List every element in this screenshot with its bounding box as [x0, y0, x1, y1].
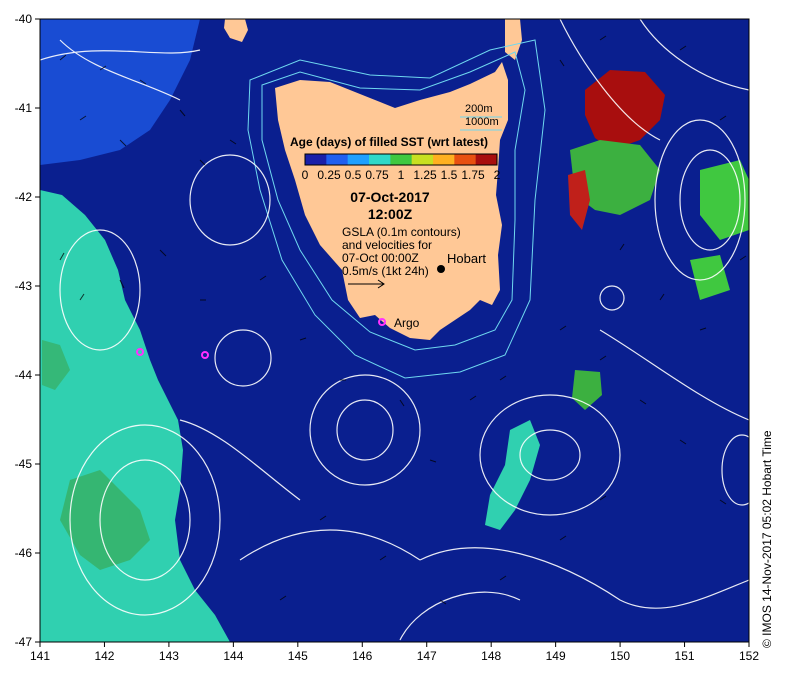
- colorbar-segment: [347, 154, 370, 165]
- y-tick-label: -43: [15, 279, 33, 293]
- velocity-scale-label: 0.5m/s (1kt 24h): [342, 264, 429, 278]
- colorbar-label: 0.25: [317, 168, 341, 182]
- colorbar-segment: [390, 154, 413, 165]
- colorbar-segment: [411, 154, 434, 165]
- notes-line-2: and velocities for: [342, 238, 432, 252]
- y-tick-label: -44: [15, 368, 33, 382]
- colorbar-label: 2: [494, 168, 501, 182]
- colorbar-label: 1.5: [441, 168, 458, 182]
- y-axis: -40 -41 -42 -43 -44 -45 -46 -47: [15, 12, 40, 649]
- colorbar-segment: [433, 154, 455, 165]
- colorbar-segment: [475, 154, 498, 165]
- notes-line-3: 07-Oct 00:00Z: [342, 251, 419, 265]
- x-tick-label: 144: [223, 649, 243, 663]
- colorbar-label: 0: [302, 168, 309, 182]
- colorbar-segment: [326, 154, 349, 165]
- x-tick-label: 148: [481, 649, 501, 663]
- y-tick-label: -45: [15, 457, 33, 471]
- x-tick-label: 152: [739, 649, 759, 663]
- colorbar-label: 1: [398, 168, 405, 182]
- legend-title: Age (days) of filled SST (wrt latest): [290, 135, 488, 149]
- colorbar-segment: [305, 154, 327, 165]
- argo-label: Argo: [394, 316, 420, 330]
- time-label: 12:00Z: [368, 206, 413, 222]
- colorbar-segment: [454, 154, 477, 165]
- y-tick-label: -46: [15, 546, 33, 560]
- legend-scale-labels: 0 0.25 0.5 0.75 1 1.25 1.5 1.75 2: [302, 168, 501, 182]
- y-tick-label: -42: [15, 190, 33, 204]
- x-tick-label: 141: [30, 649, 50, 663]
- y-tick-label: -41: [15, 101, 33, 115]
- x-axis: 141 142 143 144 145 146 147 148 149 150 151 152: [30, 642, 759, 663]
- x-tick-label: 150: [610, 649, 630, 663]
- date-label: 07-Oct-2017: [350, 189, 430, 205]
- y-tick-label: -40: [15, 12, 33, 26]
- x-tick-label: 146: [352, 649, 372, 663]
- x-tick-label: 143: [159, 649, 179, 663]
- legend-colorbar: [304, 153, 498, 166]
- hobart-marker[interactable]: [437, 265, 445, 273]
- x-tick-label: 149: [546, 649, 566, 663]
- colorbar-label: 1.25: [413, 168, 437, 182]
- x-tick-label: 147: [417, 649, 437, 663]
- colorbar-segment: [369, 154, 391, 165]
- x-tick-label: 145: [288, 649, 308, 663]
- y-tick-label: -47: [15, 635, 33, 649]
- hobart-label: Hobart: [447, 251, 486, 266]
- x-tick-label: 151: [675, 649, 695, 663]
- colorbar-label: 0.5: [345, 168, 362, 182]
- imos-credit: © IMOS 14-Nov-2017 05:02 Hobart Time: [760, 430, 774, 648]
- depth-label-1000m: 1000m: [465, 116, 499, 128]
- depth-label-200m: 200m: [465, 103, 493, 115]
- sst-map: 141 142 143 144 145 146 147 148 149 150 151 152 -40…: [15, 12, 760, 663]
- colorbar-label: 1.75: [461, 168, 485, 182]
- colorbar-label: 0.75: [365, 168, 389, 182]
- x-tick-label: 142: [94, 649, 114, 663]
- notes-line-1: GSLA (0.1m contours): [342, 225, 461, 239]
